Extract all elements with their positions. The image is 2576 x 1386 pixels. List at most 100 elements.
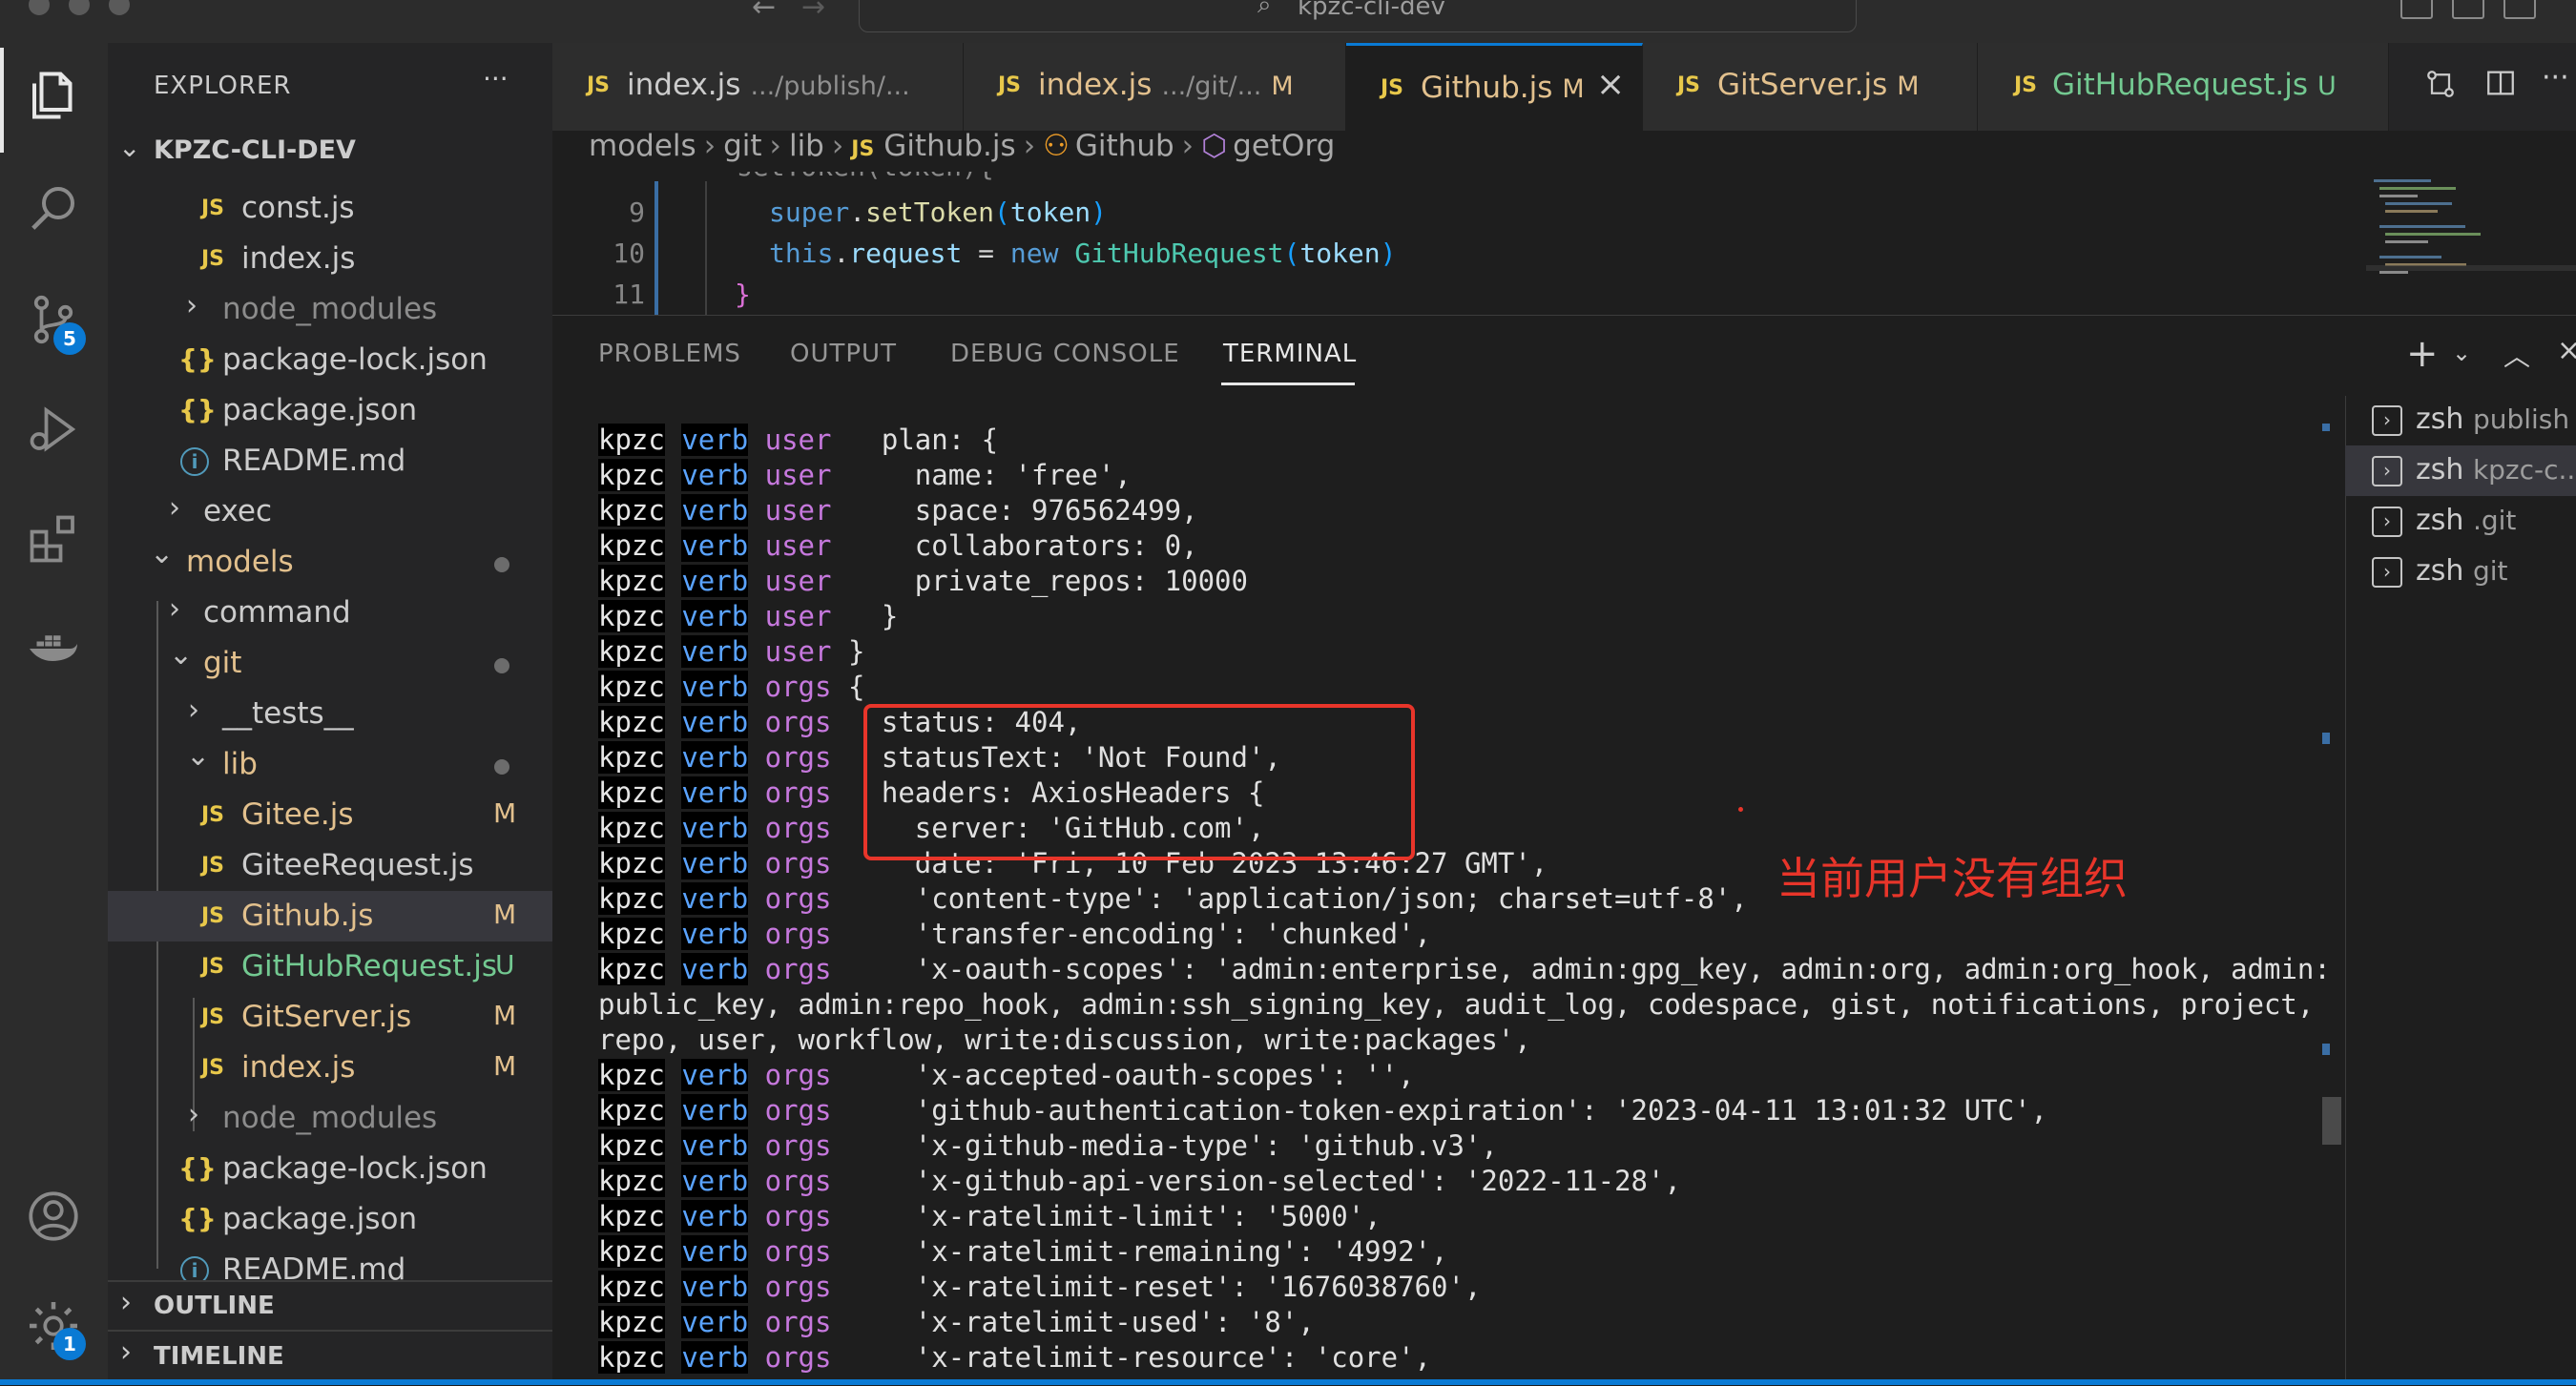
- more-actions-icon[interactable]: ···: [2542, 61, 2569, 94]
- tree-item-lib-index-js[interactable]: JS index.js M: [108, 1043, 552, 1093]
- split-editor-icon[interactable]: [2484, 67, 2517, 99]
- terminal-scrollbar-thumb[interactable]: [2322, 1097, 2341, 1145]
- info-icon: i: [180, 1256, 209, 1281]
- tree-item-index-js[interactable]: JS index.js: [108, 234, 552, 284]
- terminal-line: kpzc verb orgs 'content-type': 'applicat…: [598, 882, 1748, 915]
- js-file-icon: JS: [201, 247, 225, 271]
- js-file-icon: JS: [1381, 76, 1404, 100]
- chevron-right-icon: ›: [120, 1335, 132, 1369]
- json-file-icon: {}: [178, 394, 217, 425]
- chevron-down-icon[interactable]: ⌄: [2452, 340, 2471, 366]
- breadcrumb-item[interactable]: git: [723, 129, 761, 163]
- active-indicator: [0, 48, 4, 153]
- source-control-badge: 5: [53, 322, 86, 355]
- tree-item-node-modules[interactable]: › node_modules: [108, 284, 552, 335]
- workspace-root[interactable]: KPZC-CLI-DEV: [154, 135, 356, 165]
- status-bar: [0, 1379, 2576, 1385]
- section-divider: [108, 1280, 552, 1282]
- tree-item-git-package-json[interactable]: {} package.json: [108, 1194, 552, 1245]
- toggle-panel-icon[interactable]: [2452, 0, 2484, 19]
- tree-item-git-package-lock-json[interactable]: {} package-lock.json: [108, 1144, 552, 1194]
- terminal-line: kpzc verb orgs 'x-oauth-scopes': 'admin:…: [598, 953, 2331, 985]
- tree-item-github-js[interactable]: JS Github.js M: [108, 891, 552, 941]
- tree-item-const-js[interactable]: JS const.js: [108, 183, 552, 234]
- toggle-secondary-sidebar-icon[interactable]: [2503, 0, 2536, 19]
- chevron-down-icon[interactable]: ⌄: [118, 132, 140, 163]
- close-icon[interactable]: ×: [1596, 65, 1625, 104]
- json-file-icon: {}: [178, 343, 217, 375]
- toggle-sidebar-icon[interactable]: [2400, 0, 2433, 19]
- terminal-line: kpzc verb user name: 'free',: [598, 459, 1132, 491]
- breadcrumb-item[interactable]: Github.js: [883, 129, 1015, 163]
- tab-debug-console[interactable]: DEBUG CONSOLE: [950, 340, 1180, 368]
- breadcrumb-item[interactable]: getOrg: [1233, 129, 1335, 163]
- run-debug-icon[interactable]: [25, 401, 82, 458]
- terminal-icon: ›: [2372, 507, 2402, 537]
- terminal-line: kpzc verb orgs {: [598, 671, 865, 703]
- tab-githubrequest-js[interactable]: JS GitHubRequest.js U: [1978, 43, 2389, 131]
- chevron-right-icon: ›: [120, 1286, 132, 1319]
- info-icon: i: [180, 447, 209, 476]
- back-arrow-icon[interactable]: ←: [752, 0, 776, 24]
- docker-icon[interactable]: [25, 620, 82, 677]
- terminal-session-git-dot[interactable]: › zsh .git: [2345, 496, 2576, 547]
- breadcrumb-item[interactable]: Github: [1075, 129, 1174, 163]
- terminal-line: kpzc verb orgs 'x-github-api-version-sel…: [598, 1165, 1681, 1197]
- tab-output[interactable]: OUTPUT: [790, 340, 897, 368]
- tab-gitserver-js[interactable]: JS GitServer.js M: [1643, 43, 1978, 131]
- tab-github-js[interactable]: JS Github.js M ×: [1346, 43, 1643, 134]
- tree-item-git-readme[interactable]: i README.md: [108, 1245, 552, 1281]
- timeline-section[interactable]: TIMELINE: [154, 1342, 284, 1371]
- outline-section[interactable]: OUTLINE: [154, 1292, 275, 1320]
- js-file-icon: JS: [1677, 73, 1701, 97]
- close-panel-icon[interactable]: ×: [2557, 334, 2576, 367]
- open-changes-icon[interactable]: [2423, 67, 2458, 101]
- line-number: 9: [629, 197, 645, 228]
- terminal-line: kpzc verb user plan: {: [598, 424, 999, 456]
- chevron-right-icon: ›: [188, 693, 199, 727]
- terminal-session-git[interactable]: › zsh git: [2345, 547, 2576, 597]
- tree-item-gitserver-js[interactable]: JS GitServer.js M: [108, 992, 552, 1043]
- search-icon[interactable]: [25, 179, 82, 237]
- tree-item-git[interactable]: ⌄ git: [108, 638, 552, 689]
- tab-terminal[interactable]: TERMINAL: [1223, 340, 1357, 368]
- terminal-session-publish[interactable]: › zsh publish: [2345, 395, 2576, 445]
- tree-item-package-lock-json[interactable]: {} package-lock.json: [108, 335, 552, 385]
- js-file-icon: JS: [201, 197, 225, 220]
- js-file-icon: JS: [587, 73, 611, 97]
- tree-item-readme[interactable]: i README.md: [108, 436, 552, 486]
- terminal-line: kpzc verb user space: 976562499,: [598, 494, 1198, 527]
- tree-item-exec[interactable]: › exec: [108, 486, 552, 537]
- breadcrumb-item[interactable]: lib: [789, 129, 824, 163]
- scroll-marker: [2322, 1044, 2330, 1055]
- more-actions-icon[interactable]: ···: [483, 63, 509, 94]
- tree-item-command[interactable]: › command: [108, 588, 552, 638]
- forward-arrow-icon[interactable]: →: [801, 0, 825, 24]
- maximize-panel-icon[interactable]: ︿: [2503, 336, 2530, 374]
- minimap[interactable]: [2366, 172, 2576, 315]
- terminal-line: kpzc verb orgs 'x-accepted-oauth-scopes'…: [598, 1059, 1415, 1091]
- tree-item-gitee-js[interactable]: JS Gitee.js M: [108, 790, 552, 840]
- breadcrumb-item[interactable]: models: [589, 129, 696, 163]
- terminal-line: kpzc verb orgs 'x-ratelimit-limit': '500…: [598, 1200, 1381, 1232]
- dirty-diff-gutter: [654, 181, 658, 315]
- chevron-down-icon: ⌄: [186, 739, 211, 773]
- account-icon[interactable]: [25, 1188, 82, 1245]
- tree-item-tests[interactable]: › __tests__: [108, 689, 552, 739]
- tree-item-githubrequest-js[interactable]: JS GitHubRequest.js U: [108, 941, 552, 992]
- tree-item-lib[interactable]: ⌄ lib: [108, 739, 552, 790]
- extensions-icon[interactable]: [25, 510, 82, 568]
- chevron-right-icon: ›: [186, 289, 197, 322]
- tab-publish-index-js[interactable]: JS index.js .../publish/...: [552, 43, 964, 131]
- line-number: 11: [613, 279, 645, 310]
- terminal-icon: ›: [2372, 405, 2402, 436]
- tab-git-index-js[interactable]: JS index.js .../git/... M: [964, 43, 1346, 131]
- files-icon[interactable]: [25, 67, 82, 124]
- terminal-session-kpzc[interactable]: › zsh kpzc-c...: [2345, 445, 2576, 496]
- new-terminal-icon[interactable]: +: [2406, 332, 2439, 376]
- tree-item-giteerequest-js[interactable]: JS GiteeRequest.js: [108, 840, 552, 891]
- tree-item-package-json[interactable]: {} package.json: [108, 385, 552, 436]
- tree-item-git-node-modules[interactable]: › node_modules: [108, 1093, 552, 1144]
- tree-item-models[interactable]: ⌄ models: [108, 537, 552, 588]
- tab-problems[interactable]: PROBLEMS: [598, 340, 741, 368]
